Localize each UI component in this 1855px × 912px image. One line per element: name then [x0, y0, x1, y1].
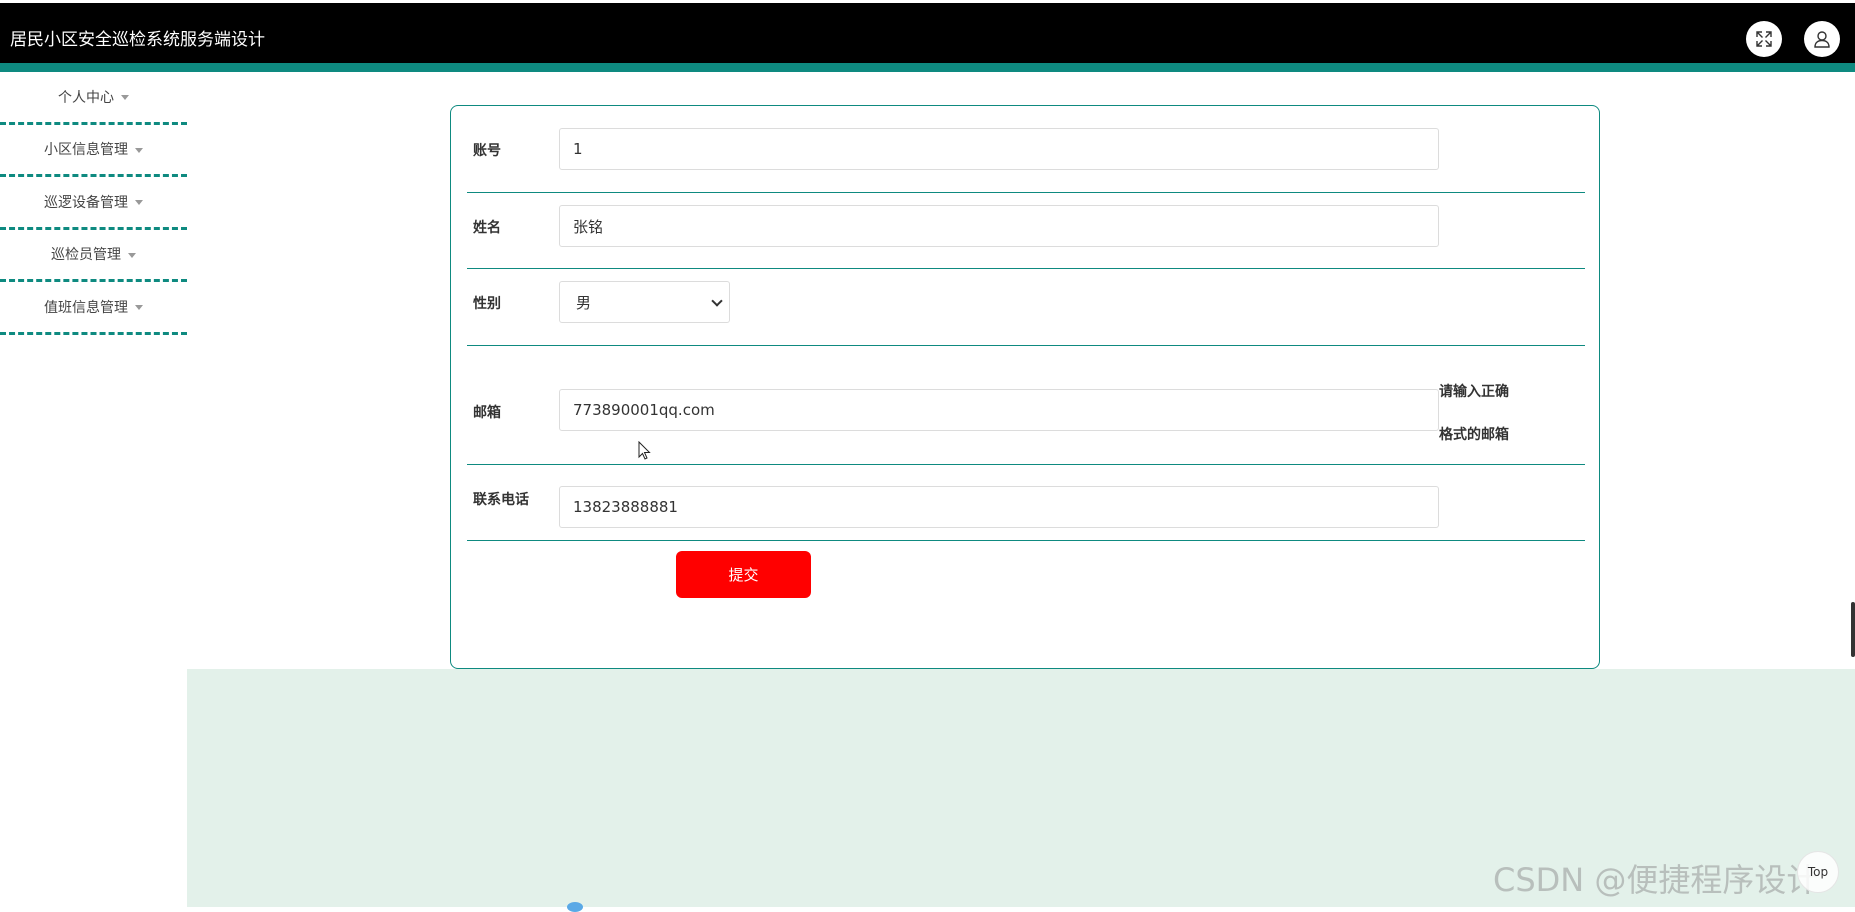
chevron-down-icon [711, 295, 723, 307]
gender-select[interactable]: 男 [559, 281, 730, 323]
partial-indicator-icon [567, 902, 583, 912]
expand-icon [1756, 31, 1772, 47]
app-title: 居民小区安全巡检系统服务端设计 [10, 30, 265, 50]
form-row-account: 账号 1 [467, 106, 1585, 193]
sidebar-item-label: 个人中心 [58, 89, 114, 106]
profile-form: 账号 1 姓名 张铭 性别 男 邮箱 773890001qq.com 请输入正确… [450, 105, 1600, 669]
sidebar-item-label: 巡逻设备管理 [44, 194, 128, 211]
email-label: 邮箱 [473, 405, 501, 421]
caret-down-icon [135, 200, 143, 206]
account-field[interactable]: 1 [559, 128, 1439, 170]
fullscreen-button[interactable] [1746, 21, 1782, 57]
sidebar-item-label: 小区信息管理 [44, 142, 128, 159]
gender-label: 性别 [473, 296, 501, 312]
sidebar-item-community-info[interactable]: 小区信息管理 [0, 125, 187, 177]
name-field[interactable]: 张铭 [559, 205, 1439, 247]
sidebar: 个人中心 小区信息管理 巡逻设备管理 巡检员管理 值班信息管理 [0, 72, 187, 907]
submit-button[interactable]: 提交 [676, 551, 811, 598]
form-row-email: 邮箱 773890001qq.com 请输入正确 格式的邮箱 [467, 346, 1585, 465]
scroll-handle[interactable] [1851, 602, 1855, 657]
user-icon [1814, 31, 1830, 48]
email-field[interactable]: 773890001qq.com [559, 389, 1439, 431]
caret-down-icon [128, 252, 136, 258]
sidebar-item-label: 值班信息管理 [44, 299, 128, 316]
user-menu-button[interactable] [1804, 21, 1840, 57]
email-error-hint-line1: 请输入正确 [1439, 384, 1509, 400]
phone-label: 联系电话 [473, 492, 529, 508]
caret-down-icon [135, 305, 143, 311]
header-accent-bar [0, 63, 1855, 72]
sidebar-item-duty-info[interactable]: 值班信息管理 [0, 282, 187, 335]
sidebar-item-patrol-device[interactable]: 巡逻设备管理 [0, 177, 187, 230]
caret-down-icon [121, 95, 129, 101]
caret-down-icon [135, 147, 143, 153]
sidebar-item-inspector[interactable]: 巡检员管理 [0, 230, 187, 282]
mouse-cursor-icon [638, 441, 651, 460]
back-to-top-button[interactable]: Top [1797, 851, 1839, 893]
top-header: 居民小区安全巡检系统服务端设计 [0, 3, 1855, 63]
account-label: 账号 [473, 143, 501, 159]
sidebar-item-personal-center[interactable]: 个人中心 [0, 72, 187, 125]
name-label: 姓名 [473, 220, 501, 236]
form-row-gender: 性别 男 [467, 269, 1585, 346]
email-error-hint-line2: 格式的邮箱 [1439, 427, 1509, 443]
phone-field[interactable]: 13823888881 [559, 486, 1439, 528]
form-row-name: 姓名 张铭 [467, 193, 1585, 269]
form-row-phone: 联系电话 13823888881 [467, 465, 1585, 541]
watermark-text: CSDN @便捷程序设计 [1493, 861, 1819, 899]
gender-selected-value: 男 [576, 293, 592, 312]
sidebar-item-label: 巡检员管理 [51, 247, 121, 264]
